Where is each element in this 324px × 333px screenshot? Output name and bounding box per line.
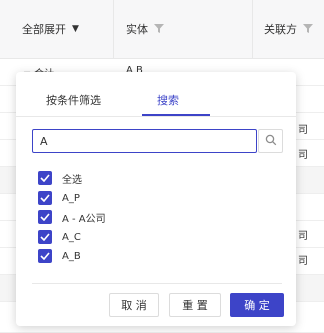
entity-header: 实体 [126, 0, 164, 58]
filter-popover: 按条件筛选 搜索 全选 A_P A - A公司 A_C A_B 取 消 重 置 … [16, 72, 296, 326]
option-label: A_B [62, 250, 81, 262]
checkbox-checked-icon[interactable] [38, 249, 52, 263]
search-icon [265, 134, 277, 149]
table-header: 全部展开 ▼ 实体 关联方 [0, 0, 324, 59]
reset-button[interactable]: 重 置 [169, 293, 221, 317]
expand-all-header[interactable]: 全部展开 ▼ [22, 0, 79, 58]
checkbox-checked-icon[interactable] [38, 230, 52, 244]
popover-tabs: 按条件筛选 搜索 [16, 72, 296, 117]
search-button[interactable] [258, 129, 283, 153]
tab-search[interactable]: 搜索 [157, 92, 179, 108]
expand-all-label: 全部展开 [22, 23, 66, 36]
filter-icon[interactable] [303, 23, 313, 36]
related-party-header-label: 关联方 [264, 23, 297, 36]
cell-text: 司 [298, 256, 308, 267]
cell-text: 司 [298, 231, 308, 242]
checkbox-checked-icon[interactable] [38, 210, 52, 224]
option-a-company[interactable]: A - A公司 [38, 208, 106, 226]
option-a-p[interactable]: A_P [38, 189, 80, 207]
cell-text: 司 [298, 150, 308, 161]
column-divider [113, 0, 114, 58]
confirm-button[interactable]: 确 定 [230, 293, 284, 317]
tab-condition-filter[interactable]: 按条件筛选 [46, 92, 101, 108]
active-tab-indicator [142, 114, 210, 116]
option-label: A_C [62, 231, 81, 243]
option-label: 全选 [62, 174, 82, 186]
footer-divider [32, 283, 282, 284]
cancel-button[interactable]: 取 消 [109, 293, 159, 317]
filter-icon[interactable] [154, 23, 164, 36]
checkbox-checked-icon[interactable] [38, 171, 52, 185]
related-party-header: 关联方 [264, 0, 313, 58]
option-a-c[interactable]: A_C [38, 228, 81, 246]
column-divider [252, 0, 253, 58]
caret-down-icon: ▼ [72, 24, 79, 34]
entity-header-label: 实体 [126, 23, 148, 36]
cell-text: 司 [298, 125, 308, 136]
option-label: A_P [62, 192, 80, 204]
option-a-b[interactable]: A_B [38, 247, 81, 265]
option-label: A - A公司 [62, 213, 106, 225]
search-input[interactable] [32, 129, 257, 153]
option-select-all[interactable]: 全选 [38, 169, 82, 187]
checkbox-checked-icon[interactable] [38, 191, 52, 205]
